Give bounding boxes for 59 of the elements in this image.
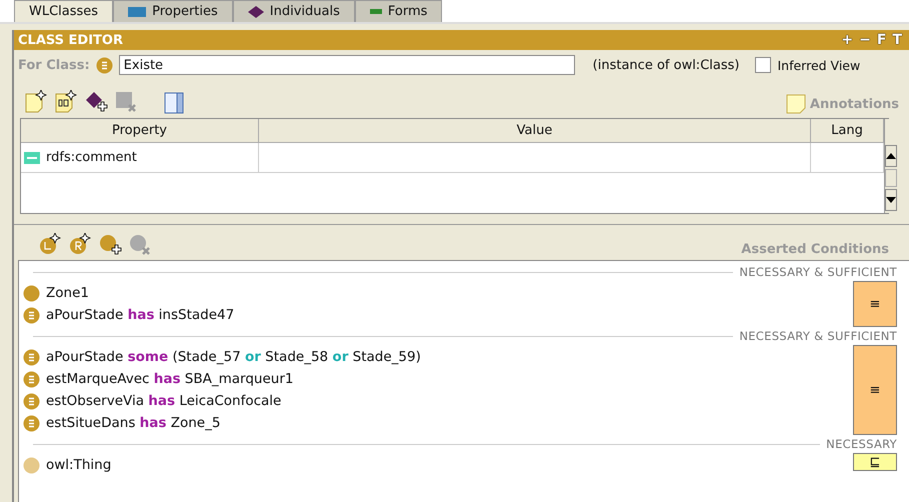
panel-icon[interactable] xyxy=(164,92,184,114)
scrollbar[interactable] xyxy=(884,119,897,213)
defined-class-icon xyxy=(23,306,40,324)
table-cell: rdfs:comment xyxy=(46,150,137,165)
inferred-view-checkbox[interactable] xyxy=(755,57,772,73)
up-arrow-icon[interactable] xyxy=(886,153,896,159)
condition-expression: estObserveVia has LeicaConfocale xyxy=(46,393,282,409)
condition-expression: estMarqueAvec has SBA_marqueur1 xyxy=(46,371,294,387)
asserted-conditions-title: Asserted Conditions xyxy=(741,242,889,257)
note-icon xyxy=(786,94,806,114)
instance-of-label: (instance of owl:Class) xyxy=(592,58,740,72)
class-icon xyxy=(23,284,40,302)
group-label: NECESSARY xyxy=(826,437,897,451)
new-note-icon[interactable] xyxy=(24,90,48,114)
condition-row[interactable]: owl:Thing xyxy=(23,455,853,475)
class-icon xyxy=(23,456,40,474)
condition-row[interactable]: Zone1 xyxy=(23,283,853,303)
property-icon xyxy=(24,152,40,164)
class-name-field[interactable]: Existe xyxy=(118,55,575,75)
defined-class-icon xyxy=(96,56,113,74)
condition-expression: aPourStade has insStade47 xyxy=(46,307,234,323)
inferred-view-label: Inferred View xyxy=(777,58,860,72)
condition-expression: Zone1 xyxy=(46,285,89,301)
condition-row[interactable]: aPourStade some (Stade_57 or Stade_58 or Stade_59) xyxy=(23,347,853,367)
group-label: NECESSARY & SUFFICIENT xyxy=(739,329,897,343)
condition-row[interactable]: estObserveVia has LeicaConfocale xyxy=(23,391,853,411)
condition-expression: estSitueDans has Zone_5 xyxy=(46,415,220,431)
for-class-label: For Class: xyxy=(18,58,90,72)
condition-row[interactable]: aPourStade has insStade47 xyxy=(23,305,853,325)
down-arrow-icon[interactable] xyxy=(886,197,896,203)
defined-class-icon xyxy=(23,348,40,366)
add-restriction-icon[interactable] xyxy=(68,233,92,257)
tab[interactable]: Forms xyxy=(354,0,442,22)
column-header[interactable]: Value xyxy=(259,119,811,143)
square-icon xyxy=(128,6,146,16)
defined-class-icon xyxy=(23,370,40,388)
condition-type-box: ⊑ xyxy=(853,453,897,471)
tab[interactable]: Properties xyxy=(113,0,233,22)
condition-expression: aPourStade some (Stade_57 or Stade_58 or Stade_59) xyxy=(46,349,421,365)
condition-row[interactable]: estSitueDans has Zone_5 xyxy=(23,413,853,433)
condition-type-box: ≡ xyxy=(853,281,897,327)
defined-class-icon xyxy=(23,392,40,410)
editor-title: CLASS EDITOR xyxy=(18,32,124,48)
condition-row[interactable]: estMarqueAvec has SBA_marqueur1 xyxy=(23,369,853,389)
add-diamond-icon[interactable] xyxy=(84,90,108,114)
add-class-icon[interactable] xyxy=(38,233,62,257)
condition-type-box: ≡ xyxy=(853,345,897,435)
diamond-icon xyxy=(248,6,264,18)
column-header[interactable]: Property xyxy=(21,119,259,143)
group-label: NECESSARY & SUFFICIENT xyxy=(739,265,897,279)
column-header[interactable]: Lang xyxy=(811,119,884,143)
tab[interactable]: WLClasses xyxy=(14,0,114,22)
new-note-icon[interactable] xyxy=(54,90,78,114)
add-class-icon[interactable] xyxy=(98,233,122,257)
tab[interactable]: Individuals xyxy=(232,0,355,22)
bar-icon xyxy=(370,9,382,14)
defined-class-icon xyxy=(23,414,40,432)
condition-expression: owl:Thing xyxy=(46,457,112,473)
annotations-title: Annotations xyxy=(810,96,899,112)
